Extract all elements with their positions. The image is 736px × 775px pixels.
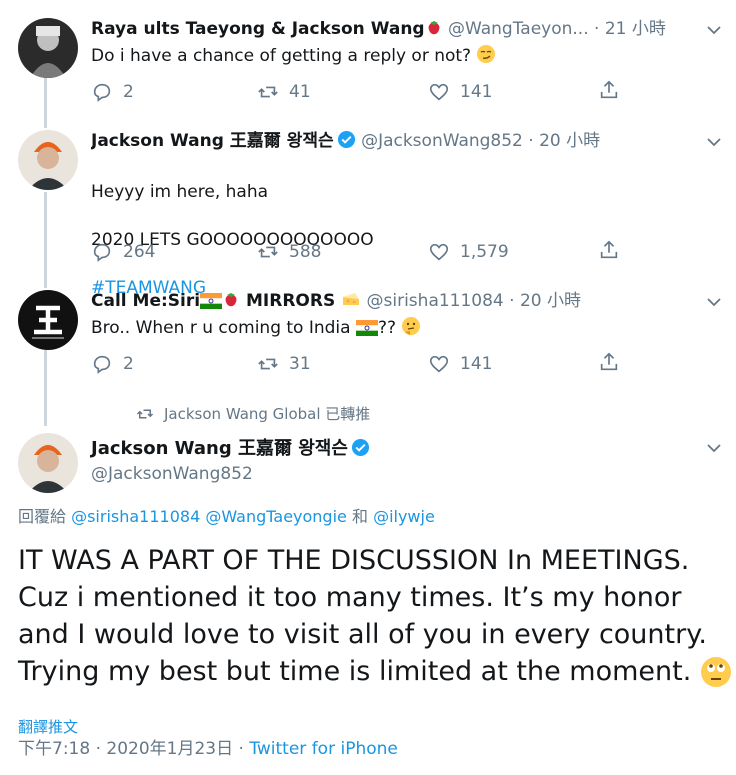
reply-button[interactable]: 264 bbox=[91, 239, 155, 265]
display-name-part: Call Me:Siri bbox=[91, 291, 201, 311]
tweet-header: Jackson Wang 王嘉爾 왕잭슨 @JacksonWang852 · 2… bbox=[91, 128, 696, 154]
avatar[interactable] bbox=[18, 290, 78, 350]
reply-icon bbox=[93, 355, 111, 374]
mention-link[interactable]: @ilywje bbox=[373, 507, 435, 526]
tweet-source-link[interactable]: Twitter for iPhone bbox=[249, 739, 398, 759]
display-name[interactable]: Raya ults Taeyong & Jackson Wang bbox=[91, 19, 425, 39]
share-button[interactable] bbox=[598, 239, 620, 261]
retweet-button[interactable]: 31 bbox=[257, 351, 311, 377]
share-button[interactable] bbox=[598, 351, 620, 373]
reply-count: 264 bbox=[123, 242, 156, 262]
replying-prefix: 回覆給 bbox=[18, 507, 72, 526]
tweet-text: Do i have a chance of getting a reply or… bbox=[91, 44, 706, 71]
timestamp[interactable]: · 20 小時 bbox=[528, 131, 600, 151]
tweet-text-content: Do i have a chance of getting a reply or… bbox=[91, 46, 477, 66]
tweet-text-line: Heyyy im here, haha bbox=[91, 182, 269, 202]
main-display-name[interactable]: Jackson Wang 王嘉爾 왕잭슨 bbox=[91, 436, 370, 462]
tweet-header: Call Me:Siri MIRRORS @sirisha111084 · 20… bbox=[91, 288, 696, 314]
reply-count: 2 bbox=[123, 82, 134, 102]
share-icon bbox=[600, 80, 618, 99]
main-handle[interactable]: @JacksonWang852 bbox=[91, 462, 253, 486]
like-button[interactable]: 141 bbox=[428, 351, 492, 377]
handle[interactable]: @sirisha111084 bbox=[367, 291, 504, 311]
avatar[interactable] bbox=[18, 130, 78, 190]
display-name: Jackson Wang 王嘉爾 왕잭슨 bbox=[91, 438, 348, 459]
share-icon bbox=[600, 352, 618, 371]
replying-and: 和 bbox=[346, 507, 374, 526]
tweet-text-content: ?? bbox=[377, 318, 402, 338]
retweeted-by-text: Jackson Wang Global 已轉推 bbox=[164, 405, 371, 423]
chevron-down-icon[interactable] bbox=[706, 22, 722, 38]
rolling-eyes-emoji-icon bbox=[700, 656, 732, 693]
handle[interactable]: @JacksonWang852 bbox=[361, 131, 523, 151]
replying-to: 回覆給 @sirisha111084 @WangTaeyongie 和 @ily… bbox=[18, 506, 435, 528]
tweet-actions: 2 41 141 bbox=[91, 79, 631, 105]
timestamp[interactable]: · 20 小時 bbox=[509, 291, 581, 311]
india-flag-emoji-icon bbox=[200, 291, 223, 314]
chevron-down-icon[interactable] bbox=[706, 440, 722, 456]
tweet-header: Raya ults Taeyong & Jackson Wang @WangTa… bbox=[91, 16, 696, 42]
main-avatar[interactable] bbox=[18, 433, 78, 493]
avatar[interactable] bbox=[18, 18, 78, 78]
india-flag-emoji-icon bbox=[355, 319, 378, 343]
reply-icon bbox=[93, 83, 111, 102]
tweet-actions: 264 588 1,579 bbox=[91, 239, 631, 265]
heart-icon bbox=[429, 243, 449, 261]
tweet-3[interactable]: Call Me:Siri MIRRORS @sirisha111084 · 20… bbox=[0, 280, 736, 400]
mention-link[interactable]: @sirisha111084 bbox=[71, 507, 200, 526]
mention-link[interactable]: @WangTaeyongie bbox=[205, 507, 347, 526]
reply-count: 2 bbox=[123, 354, 134, 374]
retweet-icon bbox=[258, 86, 278, 98]
tweet-text: Bro.. When r u coming to India ?? bbox=[91, 316, 706, 343]
reply-button[interactable]: 2 bbox=[91, 351, 134, 377]
tweet-actions: 2 31 141 bbox=[91, 351, 631, 377]
retweeted-by-note[interactable]: Jackson Wang Global 已轉推 bbox=[136, 403, 370, 424]
retweet-icon bbox=[258, 246, 278, 258]
tweet-1[interactable]: Raya ults Taeyong & Jackson Wang @WangTa… bbox=[0, 0, 736, 120]
reply-icon bbox=[93, 243, 111, 262]
cheese-emoji-icon bbox=[341, 291, 361, 314]
share-button[interactable] bbox=[598, 79, 620, 101]
retweet-button[interactable]: 588 bbox=[257, 239, 321, 265]
retweet-button[interactable]: 41 bbox=[257, 79, 311, 105]
retweet-icon bbox=[136, 409, 154, 418]
reply-button[interactable]: 2 bbox=[91, 79, 134, 105]
chevron-down-icon[interactable] bbox=[706, 134, 722, 150]
tweet-meta: 下午7:18 · 2020年1月23日 · Twitter for iPhone bbox=[18, 737, 398, 761]
retweet-count: 41 bbox=[289, 82, 311, 102]
verified-badge-icon bbox=[337, 130, 355, 149]
translate-tweet-link[interactable]: 翻譯推文 bbox=[18, 716, 78, 737]
thinking-face-emoji-icon bbox=[401, 316, 421, 343]
timestamp[interactable]: · 21 小時 bbox=[594, 19, 666, 39]
like-count: 141 bbox=[460, 354, 493, 374]
strawberry-emoji-icon bbox=[425, 19, 443, 42]
verified-badge-icon bbox=[351, 438, 369, 457]
like-count: 1,579 bbox=[460, 242, 509, 262]
tweet-text-content: Bro.. When r u coming to India bbox=[91, 318, 356, 338]
retweet-count: 588 bbox=[289, 242, 322, 262]
display-name-part: MIRRORS bbox=[240, 291, 342, 311]
smirk-face-emoji-icon bbox=[476, 44, 496, 71]
like-button[interactable]: 141 bbox=[428, 79, 492, 105]
retweet-icon bbox=[258, 358, 278, 370]
heart-icon bbox=[429, 83, 449, 101]
tweet-2[interactable]: Jackson Wang 王嘉爾 왕잭슨 @JacksonWang852 · 2… bbox=[0, 120, 736, 298]
like-count: 141 bbox=[460, 82, 493, 102]
handle[interactable]: @WangTaeyon... bbox=[448, 19, 589, 39]
heart-icon bbox=[429, 355, 449, 373]
display-name[interactable]: Jackson Wang 王嘉爾 왕잭슨 bbox=[91, 131, 334, 151]
strawberry-emoji-icon bbox=[222, 291, 240, 314]
main-tweet-text-content: IT WAS A PART OF THE DISCUSSION In MEETI… bbox=[18, 545, 707, 687]
like-button[interactable]: 1,579 bbox=[428, 239, 509, 265]
chevron-down-icon[interactable] bbox=[706, 294, 722, 310]
share-icon bbox=[600, 240, 618, 259]
display-name[interactable]: Call Me:Siri MIRRORS bbox=[91, 291, 361, 311]
retweet-count: 31 bbox=[289, 354, 311, 374]
tweet-timestamp[interactable]: 下午7:18 · 2020年1月23日 · bbox=[18, 739, 249, 759]
main-tweet-text: IT WAS A PART OF THE DISCUSSION In MEETI… bbox=[18, 542, 732, 693]
